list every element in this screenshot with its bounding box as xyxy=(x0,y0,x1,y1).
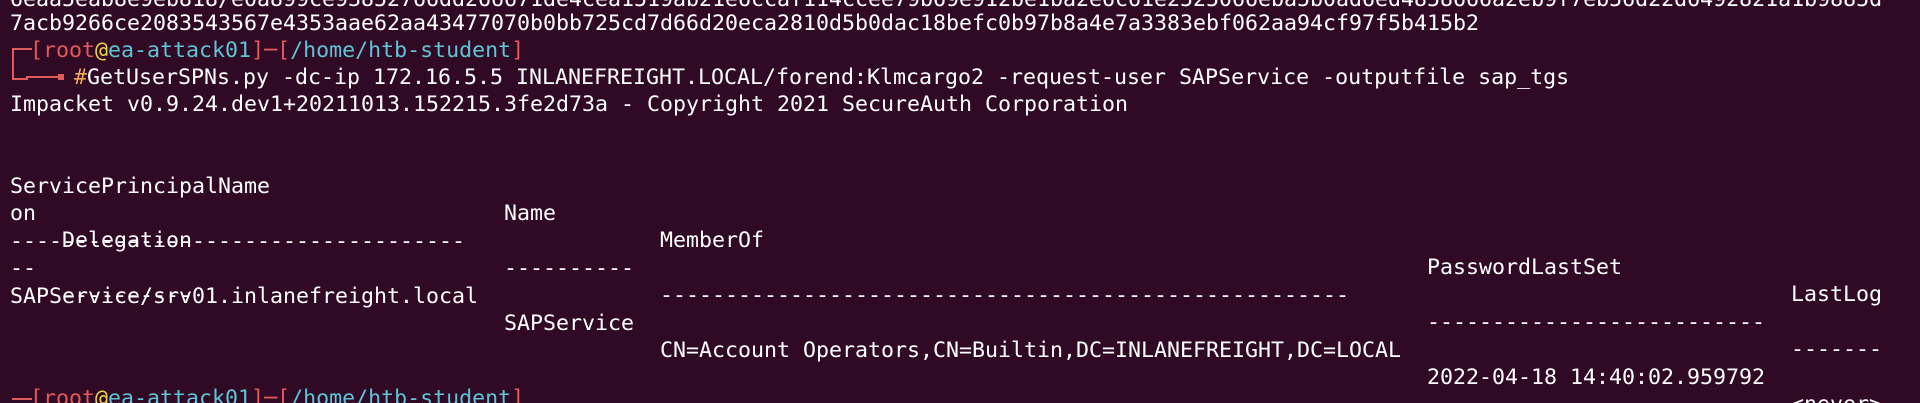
header-name: Name xyxy=(504,201,557,226)
hash-line: 7acb9266ce2083543567e4353aae62aa43477070… xyxy=(10,11,1480,36)
bottom-prompt-close: ] xyxy=(511,386,525,403)
cell-pwdlastset: 2022-04-18 14:40:02.959792 xyxy=(1427,365,1766,390)
cell-lastlogon: <never> xyxy=(1791,391,1882,403)
dash-pwdlastset: -------------------------- xyxy=(1427,310,1766,335)
prompt-line: [root@ea-attack01]─[/home/htb-student] xyxy=(30,37,524,64)
bottom-prompt-path: /home/htb-student xyxy=(290,386,512,403)
header-memberof: MemberOf xyxy=(660,228,765,253)
command-line: #GetUserSPNs.py -dc-ip 172.16.5.5 INLANE… xyxy=(74,64,1569,91)
bottom-prompt-user: root xyxy=(43,386,96,403)
dash-spn: ----------------------------------- xyxy=(10,229,466,254)
cell-spn: SAPService/srv01.inlanefreight.local xyxy=(10,284,479,309)
bottom-prompt-mid: ]─[ xyxy=(251,386,291,403)
prompt-close: ] xyxy=(511,38,525,63)
table-header-row: ServicePrincipalName Name MemberOf Passw… xyxy=(10,146,1882,307)
prompt-arrow-line-icon xyxy=(26,76,60,78)
prompt-arrow-icon xyxy=(58,74,64,80)
prompt-path: /home/htb-student xyxy=(290,38,512,63)
command-text: GetUserSPNs.py -dc-ip 172.16.5.5 INLANEF… xyxy=(87,65,1570,90)
dash-memberof: ----------------------------------------… xyxy=(660,283,1350,308)
cell-name: SAPService xyxy=(504,311,635,336)
bottom-prompt-line: [root@ea-attack01]─[/home/htb-student] xyxy=(30,385,524,403)
table-dash-wrap-row: -- ---------- xyxy=(10,228,192,308)
bottom-prompt-corner-icon xyxy=(12,398,32,400)
impacket-banner: Impacket v0.9.24.dev1+20211013.152215.3f… xyxy=(10,92,1129,117)
bottom-prompt-open: [ xyxy=(30,386,44,403)
bottom-prompt-at: @ xyxy=(95,386,109,403)
table-dash-row: ----------------------------------- ----… xyxy=(10,201,1882,362)
prompt-user: root xyxy=(43,38,96,63)
prompt-at: @ xyxy=(95,38,109,63)
bottom-prompt-host: ea-attack01 xyxy=(108,386,252,403)
table-row: SAPService/srv01.inlanefreight.local SAP… xyxy=(10,256,1882,403)
cell-memberof: CN=Account Operators,CN=Builtin,DC=INLAN… xyxy=(660,338,1402,363)
dash-lastlogon-a: ------- xyxy=(1791,337,1883,362)
header-lastlogon-a: LastLog xyxy=(1791,282,1883,307)
dash-name: ---------- xyxy=(504,256,635,281)
prompt-hash: # xyxy=(74,65,88,90)
table-header-wrap-row: on Delegation xyxy=(10,173,192,253)
prompt-mid: ]─[ xyxy=(251,38,291,63)
prompt-host: ea-attack01 xyxy=(108,38,252,63)
terminal-window[interactable]: 6eaa5eab8e9eb818/e0a899ce93852766dd26667… xyxy=(0,0,1920,403)
prompt-open: [ xyxy=(30,38,44,63)
header-pwdlastset: PasswordLastSet xyxy=(1427,255,1623,280)
